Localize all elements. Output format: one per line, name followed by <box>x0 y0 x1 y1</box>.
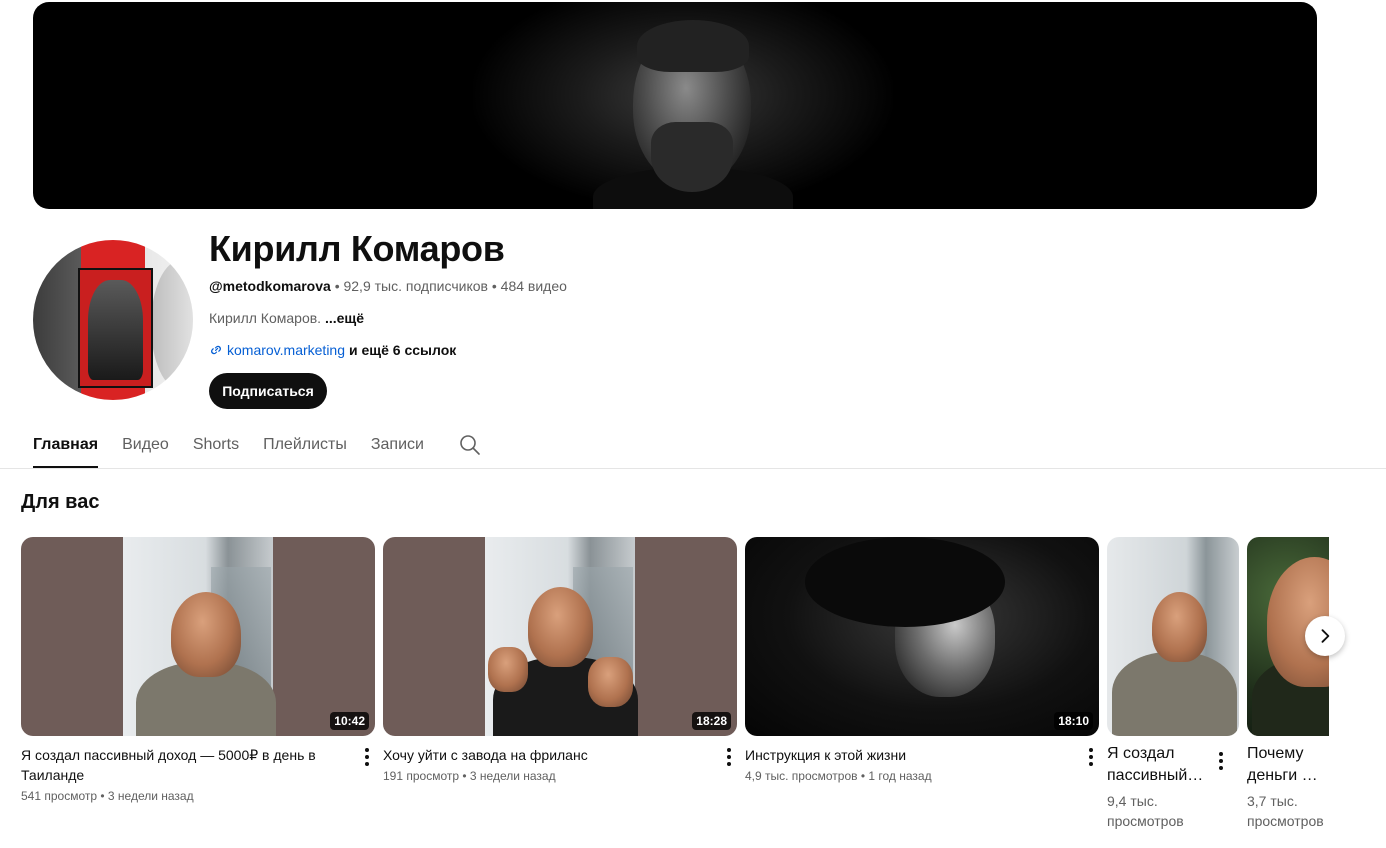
channel-meta: @metodkomarova • 92,9 тыс. подписчиков •… <box>209 278 567 294</box>
meta-separator: • <box>491 278 497 294</box>
short-title[interactable]: Я создал пассивный… <box>1107 743 1217 787</box>
video-meta: 4,9 тыс. просмотров • 1 год назад <box>745 769 932 783</box>
channel-banner <box>33 2 1317 209</box>
thumbnail-person-head <box>1152 592 1207 662</box>
subscriber-count: 92,9 тыс. подписчиков <box>343 278 488 294</box>
more-vert-icon[interactable] <box>1211 749 1231 773</box>
more-links-button[interactable]: и ещё 6 ссылок <box>349 342 456 358</box>
avatar-face-profile <box>151 260 193 390</box>
video-thumbnail[interactable]: 10:42 <box>21 537 375 736</box>
video-title[interactable]: Я создал пассивный доход — 5000₽ в день … <box>21 745 351 785</box>
video-title[interactable]: Инструкция к этой жизни <box>745 745 1075 765</box>
video-meta: 541 просмотр • 3 недели назад <box>21 789 194 803</box>
video-thumbnail[interactable]: 18:10 <box>745 537 1099 736</box>
short-title-line: деньги … <box>1247 767 1318 784</box>
tab-videos[interactable]: Видео <box>122 425 169 468</box>
more-vert-icon[interactable] <box>1081 745 1101 769</box>
video-card: 10:42 Я создал пассивный доход — 5000₽ в… <box>21 537 375 803</box>
carousel-next-button[interactable] <box>1305 616 1345 656</box>
channel-avatar[interactable] <box>33 240 193 400</box>
video-duration: 10:42 <box>330 712 369 730</box>
short-title-line: Почему <box>1247 745 1304 762</box>
avatar-figure <box>88 280 143 380</box>
thumbnail-person-hand <box>588 657 633 707</box>
channel-link[interactable]: komarov.marketing <box>227 342 345 358</box>
description-more-link[interactable]: ...ещё <box>325 310 364 326</box>
short-thumbnail[interactable] <box>1107 537 1239 736</box>
channel-handle: @metodkomarova <box>209 278 331 294</box>
video-card: 18:28 Хочу уйти с завода на фриланс 191 … <box>383 537 737 783</box>
video-title[interactable]: Хочу уйти с завода на фриланс <box>383 745 713 765</box>
tab-playlists[interactable]: Плейлисты <box>263 425 347 468</box>
chevron-right-icon <box>1321 629 1330 643</box>
video-duration: 18:28 <box>692 712 731 730</box>
link-icon <box>211 345 221 355</box>
more-vert-icon[interactable] <box>357 745 377 769</box>
channel-name: Кирилл Комаров <box>209 228 505 269</box>
more-vert-icon[interactable] <box>719 745 739 769</box>
description-text: Кирилл Комаров. <box>209 310 322 326</box>
channel-tabs: Главная Видео Shorts Плейлисты Записи <box>33 425 482 469</box>
subscribe-button[interactable]: Подписаться <box>209 373 327 409</box>
banner-person-hair <box>637 20 749 72</box>
tab-home[interactable]: Главная <box>33 425 99 468</box>
short-title-line: пассивный… <box>1107 767 1204 784</box>
short-meta: 9,4 тыс. просмотров <box>1107 791 1184 831</box>
short-views-label: просмотров <box>1107 813 1184 829</box>
video-thumbnail[interactable]: 18:28 <box>383 537 737 736</box>
channel-page: Кирилл Комаров @metodkomarova • 92,9 тыс… <box>0 0 1386 848</box>
short-card: Я создал пассивный… 9,4 тыс. просмотров <box>1107 537 1239 829</box>
short-meta: 3,7 тыс. просмотров <box>1247 791 1324 831</box>
video-card: 18:10 Инструкция к этой жизни 4,9 тыс. п… <box>745 537 1099 783</box>
thumbnail-person-torso <box>1112 652 1237 736</box>
video-title-line: Таиланде <box>21 767 85 783</box>
video-meta: 191 просмотр • 3 недели назад <box>383 769 556 783</box>
video-duration: 18:10 <box>1054 712 1093 730</box>
channel-description[interactable]: Кирилл Комаров. ...ещё <box>209 310 364 326</box>
thumbnail-person-hand <box>488 647 528 692</box>
tabs-divider <box>0 468 1386 469</box>
channel-links: komarov.marketing и ещё 6 ссылок <box>209 342 456 358</box>
thumbnail-person-head <box>171 592 241 677</box>
meta-separator: • <box>334 278 340 294</box>
video-title-line: Я создал пассивный доход — 5000₽ в день … <box>21 747 316 763</box>
section-title: Для вас <box>21 491 100 513</box>
video-count: 484 видео <box>500 278 567 294</box>
tab-posts[interactable]: Записи <box>371 425 424 468</box>
short-title[interactable]: Почему деньги … <box>1247 743 1329 787</box>
short-views: 9,4 тыс. <box>1107 793 1158 809</box>
short-views: 3,7 тыс. <box>1247 793 1298 809</box>
tab-shorts[interactable]: Shorts <box>193 425 239 468</box>
search-icon[interactable] <box>458 433 482 457</box>
thumbnail-person-head <box>528 587 593 667</box>
short-card: Почему деньги … 3,7 тыс. просмотров <box>1247 537 1329 837</box>
thumbnail-person-hat <box>805 537 1005 627</box>
banner-person-beard <box>651 122 733 192</box>
short-title-line: Я создал <box>1107 745 1175 762</box>
short-views-label: просмотров <box>1247 813 1324 829</box>
